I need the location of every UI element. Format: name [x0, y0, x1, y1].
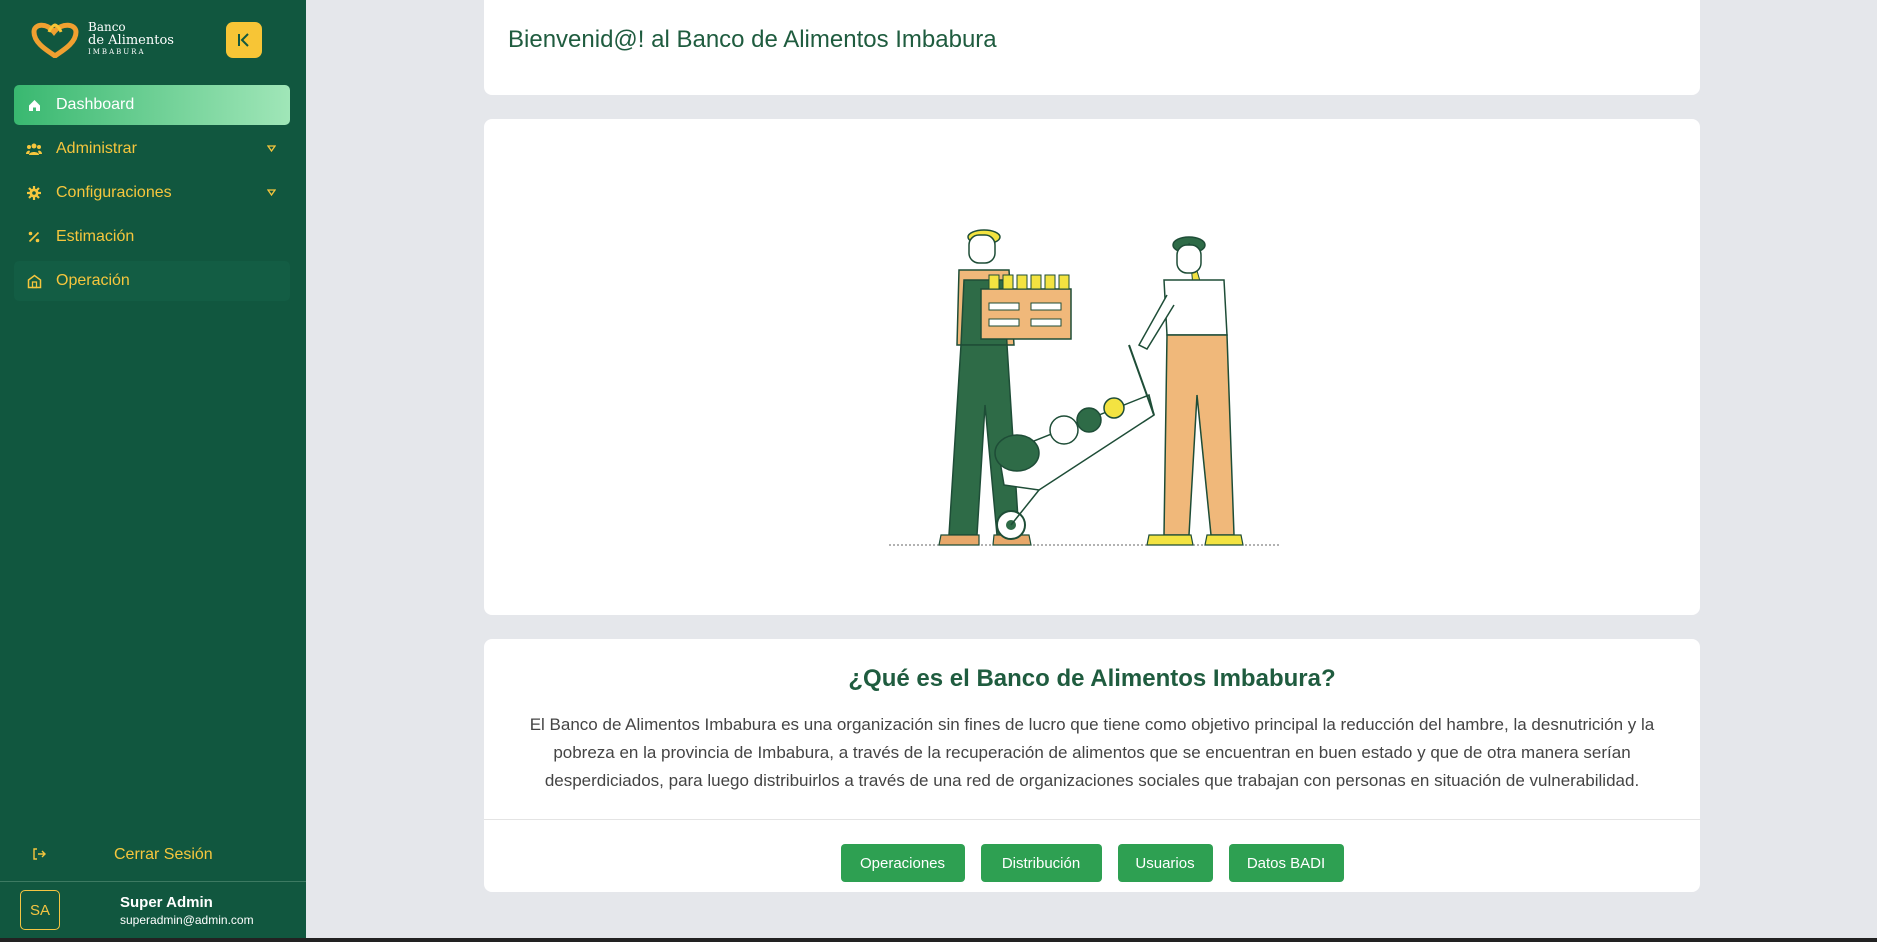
sidebar-item-administrar[interactable]: Administrar — [14, 129, 290, 169]
sidebar-item-estimacion[interactable]: Estimación — [14, 217, 290, 257]
sidebar-item-label: Dashboard — [56, 96, 135, 113]
distribucion-button[interactable]: Distribución — [980, 844, 1102, 882]
window-bottom-edge — [0, 938, 1877, 942]
chevron-down-icon — [266, 144, 277, 154]
sidebar-item-configuraciones[interactable]: Configuraciones — [14, 173, 290, 213]
logout-icon — [32, 847, 46, 864]
warehouse-icon — [26, 273, 42, 289]
page-title: Bienvenid@! al Banco de Alimentos Imbabu… — [508, 26, 997, 53]
sidebar-item-label: Administrar — [56, 140, 137, 157]
about-title: ¿Qué es el Banco de Alimentos Imbabura? — [848, 665, 1336, 692]
logout-button[interactable]: Cerrar Sesión — [32, 840, 282, 870]
users-icon — [26, 141, 42, 157]
brand-line-2: de Alimentos — [88, 32, 174, 48]
logout-label: Cerrar Sesión — [114, 846, 213, 863]
chevron-down-icon — [266, 188, 277, 198]
action-buttons: Operaciones Distribución Usuarios Datos … — [484, 844, 1700, 882]
avatar: SA — [20, 890, 60, 930]
illustration-card — [484, 119, 1700, 615]
food-bank-illustration — [889, 229, 1279, 546]
sidebar-nav: Dashboard Administrar Configuraciones Es… — [14, 85, 290, 305]
sidebar-item-operacion[interactable]: Operación — [14, 261, 290, 301]
brand-line-3: IMBABURA — [88, 48, 146, 57]
usuarios-button[interactable]: Usuarios — [1117, 844, 1213, 882]
welcome-card: Bienvenid@! al Banco de Alimentos Imbabu… — [484, 0, 1700, 95]
heart-hands-logo-icon — [31, 22, 79, 58]
brand-line-1: Banco — [88, 20, 126, 35]
about-card: ¿Qué es el Banco de Alimentos Imbabura? … — [484, 639, 1700, 892]
collapse-sidebar-button[interactable] — [226, 22, 262, 58]
sidebar-item-label: Operación — [56, 272, 130, 289]
about-description: El Banco de Alimentos Imbabura es una or… — [529, 715, 1655, 790]
user-name: Super Admin — [120, 893, 213, 911]
home-icon — [26, 97, 42, 113]
sidebar-item-label: Configuraciones — [56, 184, 172, 201]
operaciones-button[interactable]: Operaciones — [840, 844, 965, 882]
gear-icon — [26, 185, 42, 201]
sidebar: Banco de Alimentos IMBABURA Dashboard Ad… — [0, 0, 306, 942]
sidebar-divider — [0, 881, 306, 882]
datos-badi-button[interactable]: Datos BADI — [1228, 844, 1344, 882]
user-profile[interactable]: SA Super Admin superadmin@admin.com — [20, 890, 254, 930]
card-divider — [484, 819, 1700, 820]
collapse-icon — [238, 33, 249, 47]
user-email: superadmin@admin.com — [120, 912, 254, 927]
percent-icon — [26, 229, 42, 245]
sidebar-item-label: Estimación — [56, 228, 135, 245]
brand-logo: Banco de Alimentos IMBABURA — [30, 20, 174, 58]
sidebar-item-dashboard[interactable]: Dashboard — [14, 85, 290, 125]
